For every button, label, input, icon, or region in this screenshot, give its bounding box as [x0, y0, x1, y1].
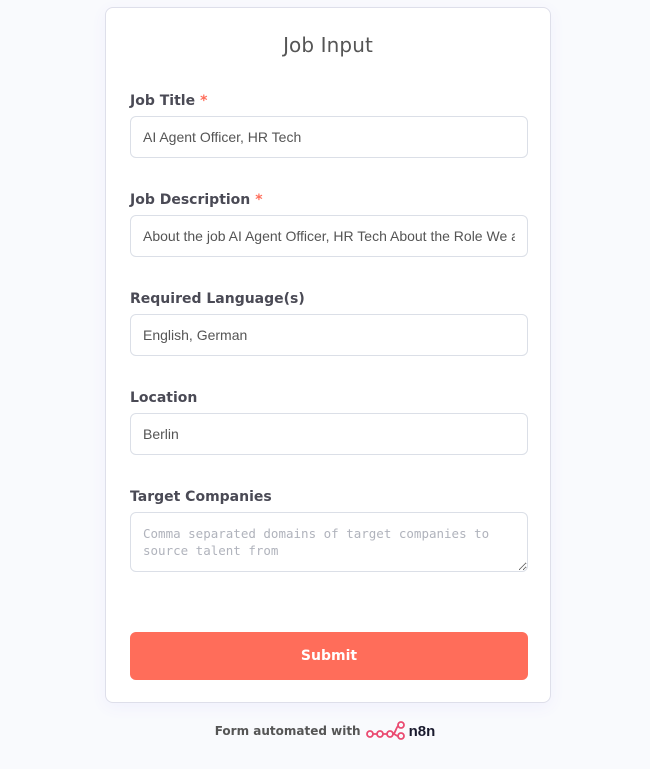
required-languages-label: Required Language(s) [130, 291, 305, 307]
target-companies-label: Target Companies [130, 489, 272, 505]
n8n-brand-link[interactable]: n8n [365, 720, 436, 742]
required-asterisk: * [255, 192, 263, 208]
job-description-label-text: Job Description [130, 192, 251, 208]
job-title-label: Job Title * [130, 93, 207, 109]
target-companies-textarea[interactable] [130, 512, 528, 572]
location-label-text: Location [130, 390, 198, 406]
footer: Form automated with n8n [0, 720, 650, 742]
required-languages-label-text: Required Language(s) [130, 291, 305, 307]
submit-button[interactable]: Submit [130, 632, 528, 680]
location-label: Location [130, 390, 197, 406]
job-title-label-text: Job Title [130, 93, 196, 109]
job-description-label: Job Description * [130, 192, 263, 208]
location-input[interactable] [130, 413, 528, 455]
footer-text: Form automated with [214, 724, 361, 738]
n8n-brand-name: n8n [408, 722, 436, 740]
required-asterisk: * [200, 93, 208, 109]
required-languages-input[interactable] [130, 314, 528, 356]
form-card: Job Input Job Title* Job Description* Re… [105, 7, 551, 703]
n8n-logo-icon [365, 721, 405, 740]
form-title: Job Input [283, 33, 373, 57]
job-description-input[interactable] [130, 215, 528, 257]
target-companies-label-text: Target Companies [130, 489, 272, 505]
job-title-input[interactable] [130, 116, 528, 158]
